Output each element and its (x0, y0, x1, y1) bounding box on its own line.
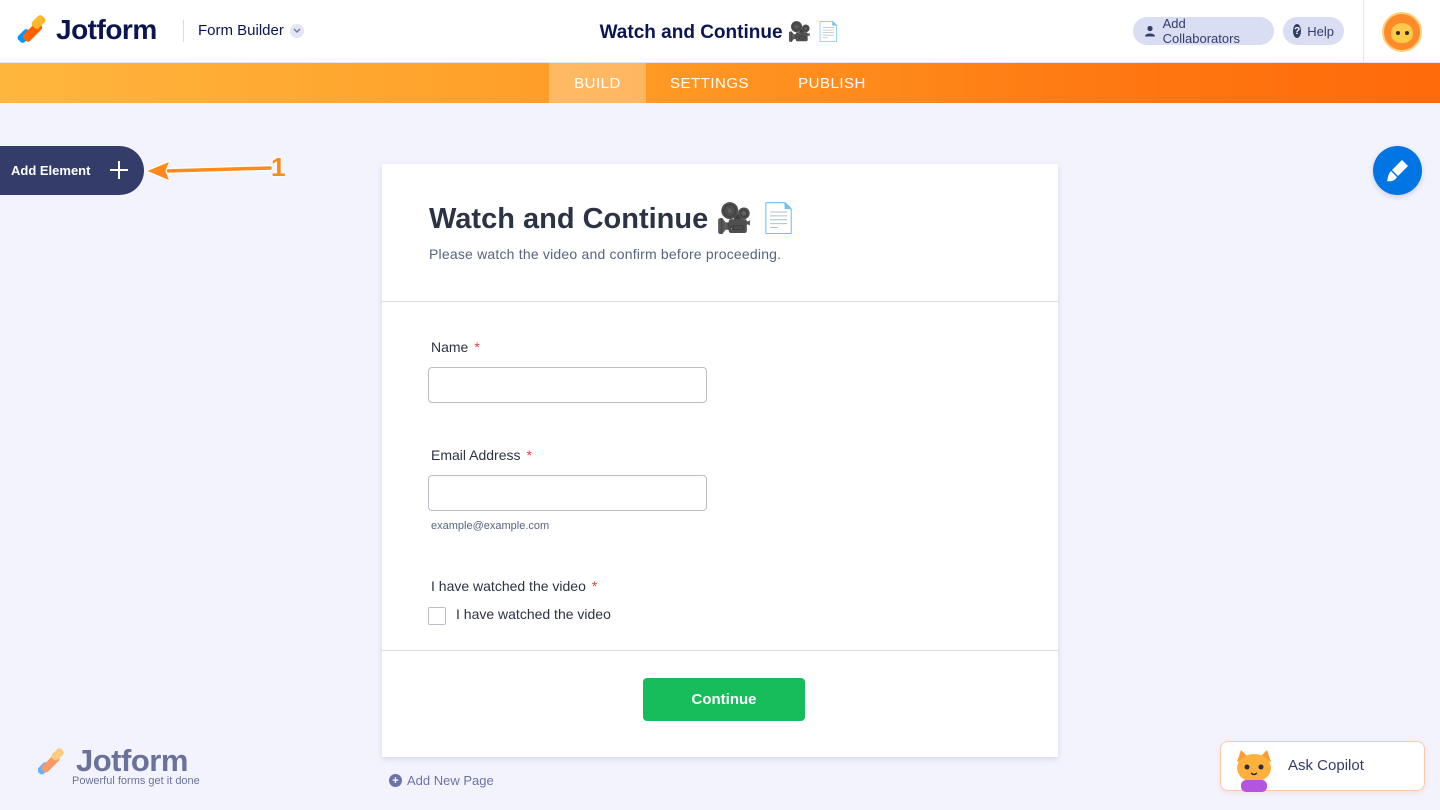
bottom-logo-tagline: Powerful forms get it done (72, 775, 200, 787)
watched-checkbox-label[interactable]: I have watched the video (456, 606, 611, 622)
annotation-number: 1 (271, 152, 286, 182)
ask-copilot-label: Ask Copilot (1288, 757, 1364, 774)
chevron-down-icon (289, 23, 304, 38)
paint-brush-icon (1387, 160, 1408, 182)
continue-button[interactable]: Continue (643, 678, 805, 721)
copilot-cat-icon (1237, 750, 1271, 792)
form-subtitle[interactable]: Please watch the video and confirm befor… (429, 246, 781, 262)
help-label: Help (1307, 23, 1334, 39)
jotform-logo-icon (16, 13, 47, 45)
user-icon (1143, 24, 1157, 38)
name-label-text: Name (431, 339, 469, 355)
help-icon: ? (1293, 24, 1302, 38)
add-page-icon: + (389, 774, 402, 787)
footer-divider-line (382, 650, 1058, 651)
arrow-annotation-icon (145, 160, 273, 182)
add-page-label: Add New Page (407, 773, 494, 788)
header-divider-right (1363, 0, 1364, 63)
email-input[interactable] (428, 475, 707, 511)
required-mark: * (474, 339, 480, 355)
bottom-logo-text: Jotform (76, 743, 188, 778)
watched-checkbox[interactable] (428, 607, 446, 625)
plus-icon (108, 159, 130, 181)
form-title[interactable]: Watch and Continue 🎥 📄 (429, 202, 797, 236)
tab-publish[interactable]: PUBLISH (773, 63, 891, 103)
required-mark: * (526, 447, 532, 463)
email-label-text: Email Address (431, 447, 521, 463)
header-divider (183, 20, 184, 42)
form-builder-dropdown[interactable]: Form Builder (198, 22, 304, 39)
avatar-cat-icon[interactable] (1382, 12, 1422, 52)
watched-field-label[interactable]: I have watched the video * (431, 578, 597, 594)
jotform-logo[interactable]: Jotform (16, 13, 157, 46)
form-card: Watch and Continue 🎥 📄 Please watch the … (382, 164, 1058, 757)
header-divider-line (382, 301, 1058, 302)
top-header: Jotform Form Builder Watch and Continue … (0, 0, 1440, 63)
add-collaborators-label: Add Collaborators (1162, 16, 1240, 46)
form-designer-button[interactable] (1373, 146, 1422, 195)
email-field-label[interactable]: Email Address * (431, 447, 532, 463)
tab-build[interactable]: BUILD (549, 63, 646, 103)
add-element-button[interactable]: Add Element (0, 146, 144, 195)
add-new-page-button[interactable]: + Add New Page (389, 773, 494, 788)
form-builder-label: Form Builder (198, 22, 284, 39)
name-field-label[interactable]: Name * (431, 339, 480, 355)
ask-copilot-button[interactable]: Ask Copilot (1220, 741, 1425, 792)
jotform-logo-icon (38, 748, 64, 775)
builder-nav: BUILD SETTINGS PUBLISH (0, 63, 1440, 103)
required-mark: * (591, 578, 598, 594)
email-sublabel[interactable]: example@example.com (431, 520, 549, 532)
name-input[interactable] (428, 367, 707, 403)
help-button[interactable]: ? Help (1283, 17, 1344, 45)
logo-text: Jotform (56, 14, 157, 45)
add-element-label: Add Element (11, 163, 91, 178)
tab-settings[interactable]: SETTINGS (646, 63, 773, 103)
watched-label-text: I have watched the video (431, 578, 586, 594)
add-collaborators-button[interactable]: Add Collaborators (1133, 16, 1274, 46)
header-form-title[interactable]: Watch and Continue 🎥 📄 (600, 22, 841, 43)
